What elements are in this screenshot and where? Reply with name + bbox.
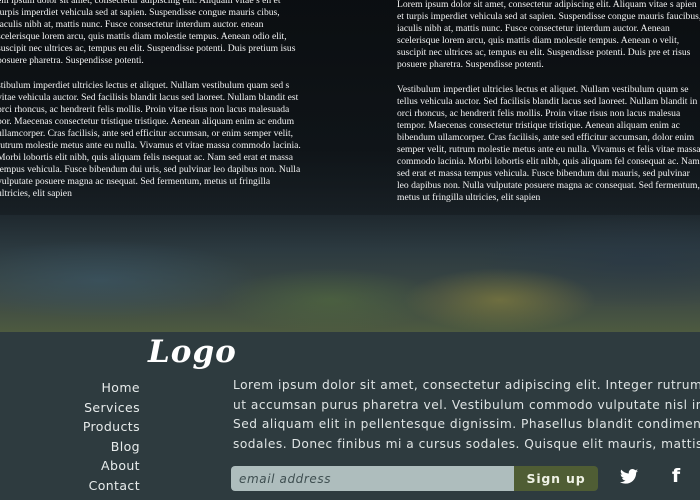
- logo[interactable]: Logo: [148, 334, 237, 370]
- nav-link-contact[interactable]: Contact: [83, 476, 140, 496]
- paragraph: stibulum imperdiet ultricies lectus et a…: [0, 79, 301, 200]
- article-column-right: Lorem ipsum dolor sit amet, consectetur …: [397, 0, 700, 217]
- paragraph: Vestibulum imperdiet ultricies lectus et…: [397, 83, 700, 204]
- paragraph: Lorem ipsum dolor sit amet, consectetur …: [397, 0, 700, 71]
- blurb-line: sodales. Donec finibus mi a cursus sodal…: [233, 436, 700, 451]
- footer-nav: Home Services Products Blog About Contac…: [83, 378, 140, 496]
- site-footer: Logo Home Services Products Blog About C…: [0, 332, 700, 500]
- paragraph: em ipsum dolor sit amet, consectetur adi…: [0, 0, 296, 67]
- article-column-left: em ipsum dolor sit amet, consectetur adi…: [0, 0, 302, 213]
- email-input[interactable]: [231, 466, 514, 491]
- facebook-link[interactable]: f: [666, 465, 686, 487]
- nav-link-products[interactable]: Products: [83, 417, 140, 437]
- facebook-icon: f: [671, 465, 681, 487]
- blurb-line: ut accumsan purus pharetra vel. Vestibul…: [233, 397, 700, 412]
- nav-link-blog[interactable]: Blog: [83, 437, 140, 457]
- nav-link-about[interactable]: About: [83, 456, 140, 476]
- nav-link-home[interactable]: Home: [83, 378, 140, 398]
- hero-section: em ipsum dolor sit amet, consectetur adi…: [0, 0, 700, 332]
- blurb-line: Lorem ipsum dolor sit amet, consectetur …: [233, 378, 700, 392]
- newsletter-form: Sign up: [231, 466, 598, 491]
- blurb-line: Sed aliquam elit in pellentesque digniss…: [233, 417, 700, 432]
- signup-button[interactable]: Sign up: [514, 466, 598, 491]
- twitter-link[interactable]: [619, 466, 639, 486]
- nav-link-services[interactable]: Services: [83, 398, 140, 418]
- twitter-icon: [620, 468, 638, 484]
- footer-blurb: Lorem ipsum dolor sit amet, consectetur …: [233, 376, 700, 454]
